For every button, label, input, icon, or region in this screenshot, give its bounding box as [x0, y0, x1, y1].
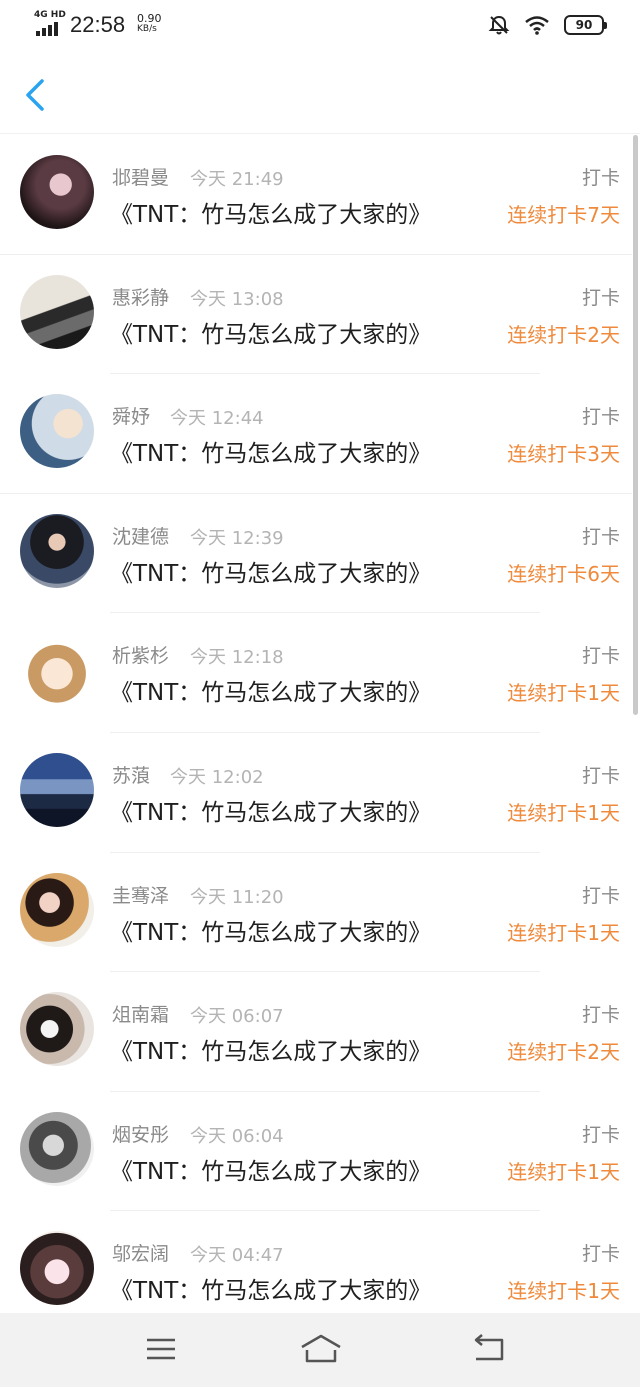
user-name[interactable]: 苏蒗	[112, 761, 150, 788]
list-item[interactable]: 舜妤 今天 12:44 《TNT：竹马怎么成了大家的》 打卡 连续打卡3天	[0, 374, 632, 494]
avatar[interactable]	[20, 992, 94, 1067]
streak-label: 连续打卡1天	[507, 1159, 620, 1184]
book-title[interactable]: 《TNT：竹马怎么成了大家的》	[110, 1271, 431, 1305]
streak-label: 连续打卡2天	[507, 1040, 620, 1065]
wifi-icon	[525, 16, 549, 35]
book-title[interactable]: 《TNT：竹马怎么成了大家的》	[110, 793, 431, 827]
avatar[interactable]	[20, 872, 94, 947]
checkin-time: 今天 12:18	[190, 647, 284, 669]
action-label: 打卡	[581, 286, 620, 309]
list-item[interactable]: 烟安彤 今天 06:04 《TNT：竹马怎么成了大家的》 打卡 连续打卡1天	[0, 1092, 632, 1212]
streak-label: 连续打卡1天	[507, 681, 620, 706]
user-name[interactable]: 沈建德	[112, 522, 169, 549]
avatar[interactable]	[20, 394, 94, 469]
streak-label: 连续打卡1天	[507, 1279, 620, 1304]
streak-label: 连续打卡3天	[507, 442, 620, 467]
action-label: 打卡	[581, 525, 620, 548]
user-name[interactable]: 俎南霜	[112, 1000, 169, 1027]
speed-unit: KB/s	[137, 24, 157, 34]
checkin-time: 今天 12:02	[170, 766, 264, 788]
battery-icon: 90	[564, 15, 607, 35]
signal-icon	[36, 22, 58, 36]
book-title[interactable]: 《TNT：竹马怎么成了大家的》	[110, 434, 431, 468]
user-name[interactable]: 舜妤	[112, 402, 150, 429]
home-icon[interactable]	[298, 1331, 344, 1367]
book-title[interactable]: 《TNT：竹马怎么成了大家的》	[110, 315, 431, 349]
book-title[interactable]: 《TNT：竹马怎么成了大家的》	[110, 913, 431, 947]
book-title[interactable]: 《TNT：竹马怎么成了大家的》	[110, 673, 431, 707]
avatar[interactable]	[20, 155, 94, 229]
network-type: 4G HD	[34, 10, 66, 20]
checkin-time: 今天 12:39	[190, 527, 284, 549]
list-item[interactable]: 俎南霜 今天 06:07 《TNT：竹马怎么成了大家的》 打卡 连续打卡2天	[0, 972, 632, 1092]
network-speed: 0.90 KB/s	[137, 13, 162, 35]
checkin-list: 邶碧曼 今天 21:49 《TNT：竹马怎么成了大家的》 打卡 连续打卡7天 惠…	[0, 135, 632, 1331]
checkin-time: 今天 06:07	[190, 1006, 284, 1028]
list-item[interactable]: 邶碧曼 今天 21:49 《TNT：竹马怎么成了大家的》 打卡 连续打卡7天	[0, 135, 632, 255]
speed-value: 0.90	[137, 12, 162, 25]
user-name[interactable]: 圭骞泽	[112, 881, 169, 908]
streak-label: 连续打卡1天	[507, 800, 620, 825]
action-label: 打卡	[581, 764, 620, 787]
streak-label: 连续打卡1天	[507, 920, 620, 945]
book-title[interactable]: 《TNT：竹马怎么成了大家的》	[110, 1152, 431, 1186]
user-name[interactable]: 邬宏阔	[112, 1239, 169, 1266]
checkin-time: 今天 13:08	[190, 288, 284, 310]
status-bar: 4G HD 22:58 0.90 KB/s 90	[0, 0, 640, 52]
action-label: 打卡	[581, 1123, 620, 1146]
top-nav-bar	[0, 52, 640, 134]
checkin-time: 今天 06:04	[190, 1125, 284, 1147]
book-title[interactable]: 《TNT：竹马怎么成了大家的》	[110, 195, 431, 229]
action-label: 打卡	[581, 645, 620, 668]
action-label: 打卡	[581, 884, 620, 907]
mute-bell-icon	[488, 15, 510, 35]
action-label: 打卡	[581, 1004, 620, 1027]
avatar[interactable]	[20, 274, 94, 349]
streak-label: 连续打卡6天	[507, 561, 620, 586]
action-label: 打卡	[581, 406, 620, 429]
back-icon[interactable]	[468, 1331, 508, 1367]
streak-label: 连续打卡7天	[507, 203, 620, 227]
avatar[interactable]	[20, 752, 94, 827]
book-title[interactable]: 《TNT：竹马怎么成了大家的》	[110, 554, 431, 588]
user-name[interactable]: 邶碧曼	[112, 163, 169, 190]
action-label: 打卡	[581, 167, 620, 189]
avatar[interactable]	[20, 1231, 94, 1306]
checkin-time: 今天 21:49	[190, 169, 284, 190]
list-item[interactable]: 圭骞泽 今天 11:20 《TNT：竹马怎么成了大家的》 打卡 连续打卡1天	[0, 853, 632, 973]
avatar[interactable]	[20, 633, 94, 708]
user-name[interactable]: 惠彩静	[112, 283, 169, 310]
scrollbar[interactable]	[633, 135, 638, 715]
list-item[interactable]: 苏蒗 今天 12:02 《TNT：竹马怎么成了大家的》 打卡 连续打卡1天	[0, 733, 632, 853]
menu-icon[interactable]	[141, 1331, 181, 1367]
system-nav-bar	[0, 1313, 640, 1387]
chevron-left-icon[interactable]	[22, 78, 48, 112]
checkin-time: 今天 12:44	[170, 408, 264, 430]
book-title[interactable]: 《TNT：竹马怎么成了大家的》	[110, 1032, 431, 1066]
checkin-time: 今天 04:47	[190, 1245, 284, 1267]
avatar[interactable]	[20, 1111, 94, 1186]
list-item[interactable]: 沈建德 今天 12:39 《TNT：竹马怎么成了大家的》 打卡 连续打卡6天	[0, 494, 632, 614]
user-name[interactable]: 烟安彤	[112, 1120, 169, 1147]
user-name[interactable]: 析紫杉	[112, 641, 169, 668]
avatar[interactable]	[20, 513, 94, 588]
checkin-time: 今天 11:20	[190, 886, 284, 908]
streak-label: 连续打卡2天	[507, 322, 620, 347]
list-item[interactable]: 惠彩静 今天 13:08 《TNT：竹马怎么成了大家的》 打卡 连续打卡2天	[0, 255, 632, 375]
action-label: 打卡	[581, 1243, 620, 1266]
list-item[interactable]: 析紫杉 今天 12:18 《TNT：竹马怎么成了大家的》 打卡 连续打卡1天	[0, 613, 632, 733]
clock: 22:58	[70, 12, 126, 37]
